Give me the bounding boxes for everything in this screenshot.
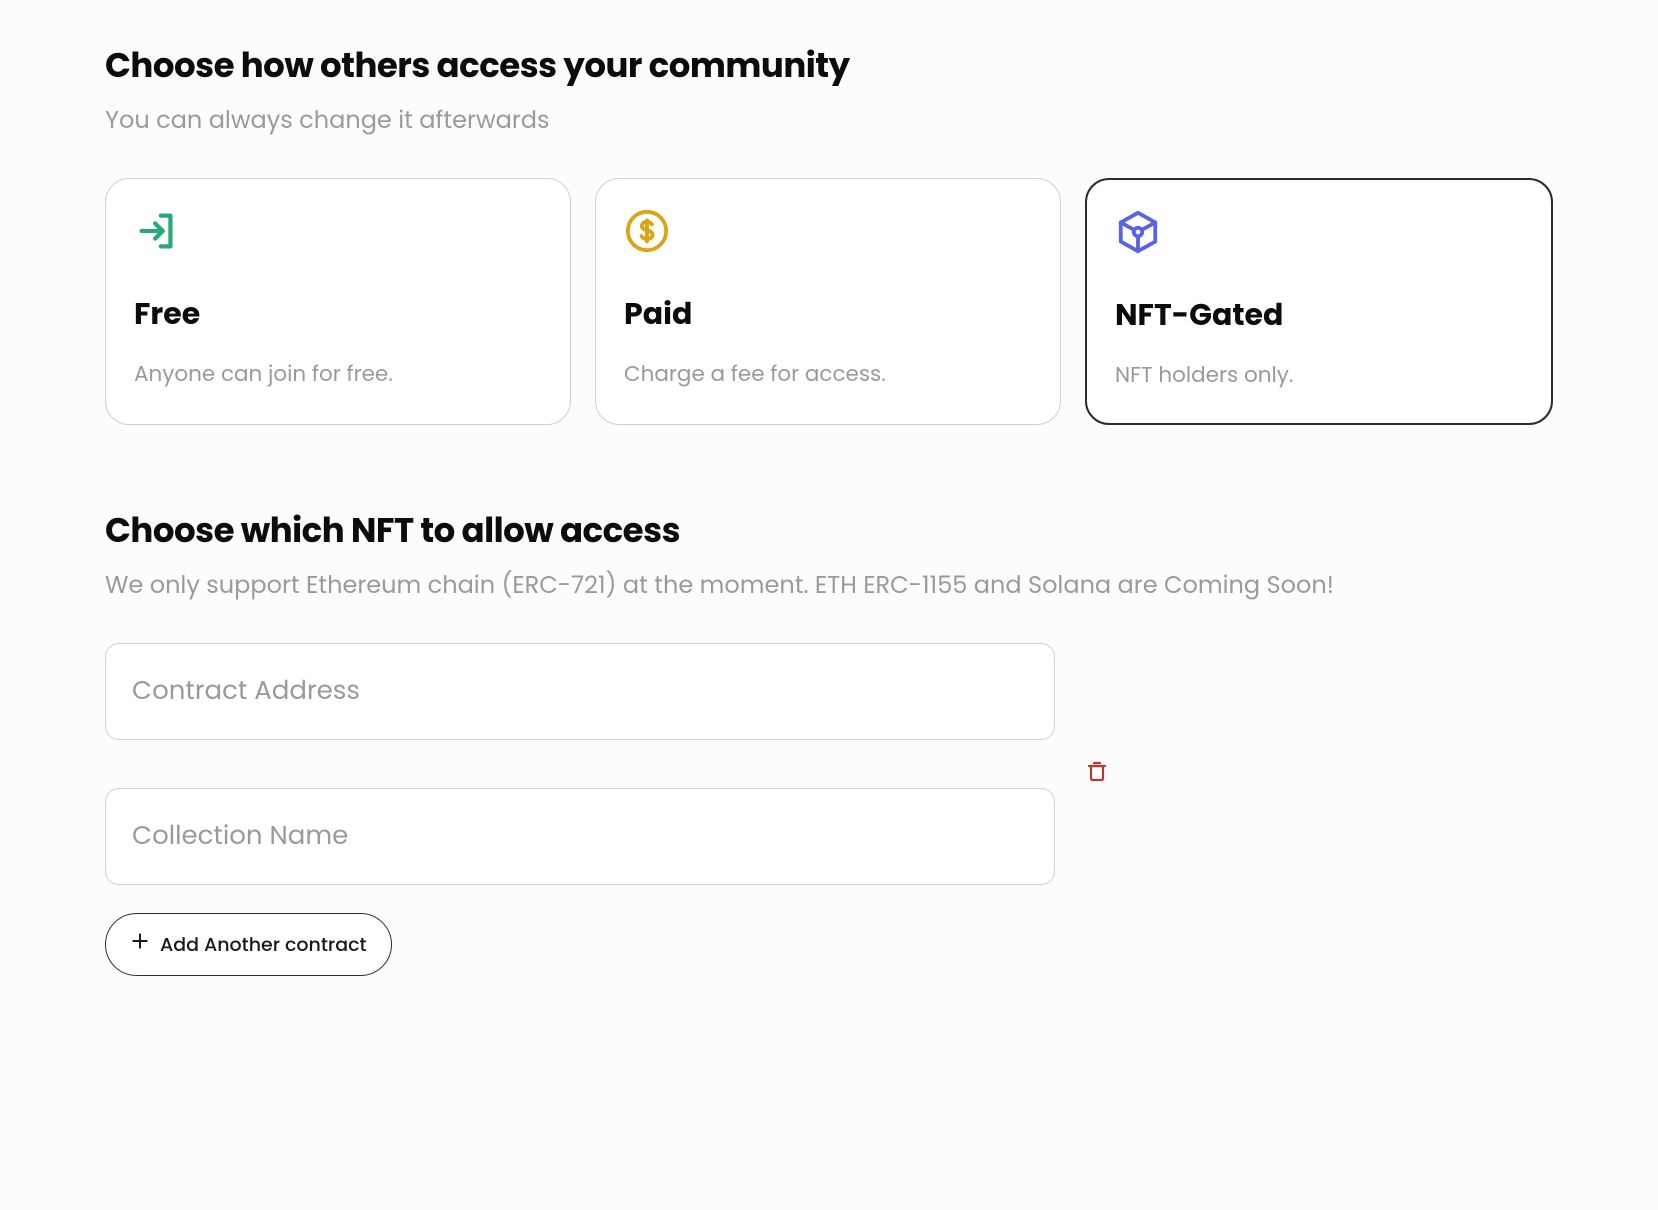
option-free-title: Free (134, 291, 542, 337)
dollar-icon (624, 207, 672, 255)
collection-name-input[interactable] (105, 788, 1055, 885)
enter-icon (134, 207, 182, 255)
cube-icon (1115, 208, 1163, 256)
option-nft-desc: NFT holders only. (1115, 358, 1523, 391)
access-subtitle: You can always change it afterwards (105, 103, 1553, 138)
contract-row (105, 643, 1553, 885)
option-paid[interactable]: Paid Charge a fee for access. (595, 178, 1061, 425)
access-title: Choose how others access your community (105, 40, 1553, 91)
inputs-column (105, 643, 1055, 885)
add-contract-button[interactable]: Add Another contract (105, 913, 392, 976)
contract-address-input[interactable] (105, 643, 1055, 740)
option-free-desc: Anyone can join for free. (134, 357, 542, 390)
access-section: Choose how others access your community … (105, 40, 1553, 425)
delete-contract-button[interactable] (1079, 752, 1115, 793)
option-nft-gated[interactable]: NFT-Gated NFT holders only. (1085, 178, 1553, 425)
nft-title: Choose which NFT to allow access (105, 505, 1553, 556)
plus-icon (130, 930, 150, 959)
option-free[interactable]: Free Anyone can join for free. (105, 178, 571, 425)
nft-subtitle: We only support Ethereum chain (ERC-721)… (105, 568, 1553, 603)
option-paid-title: Paid (624, 291, 1032, 337)
access-options: Free Anyone can join for free. Paid Char… (105, 178, 1553, 425)
add-contract-label: Add Another contract (160, 930, 367, 959)
trash-icon (1085, 758, 1109, 787)
nft-section: Choose which NFT to allow access We only… (105, 505, 1553, 976)
option-paid-desc: Charge a fee for access. (624, 357, 1032, 390)
option-nft-title: NFT-Gated (1115, 292, 1523, 338)
